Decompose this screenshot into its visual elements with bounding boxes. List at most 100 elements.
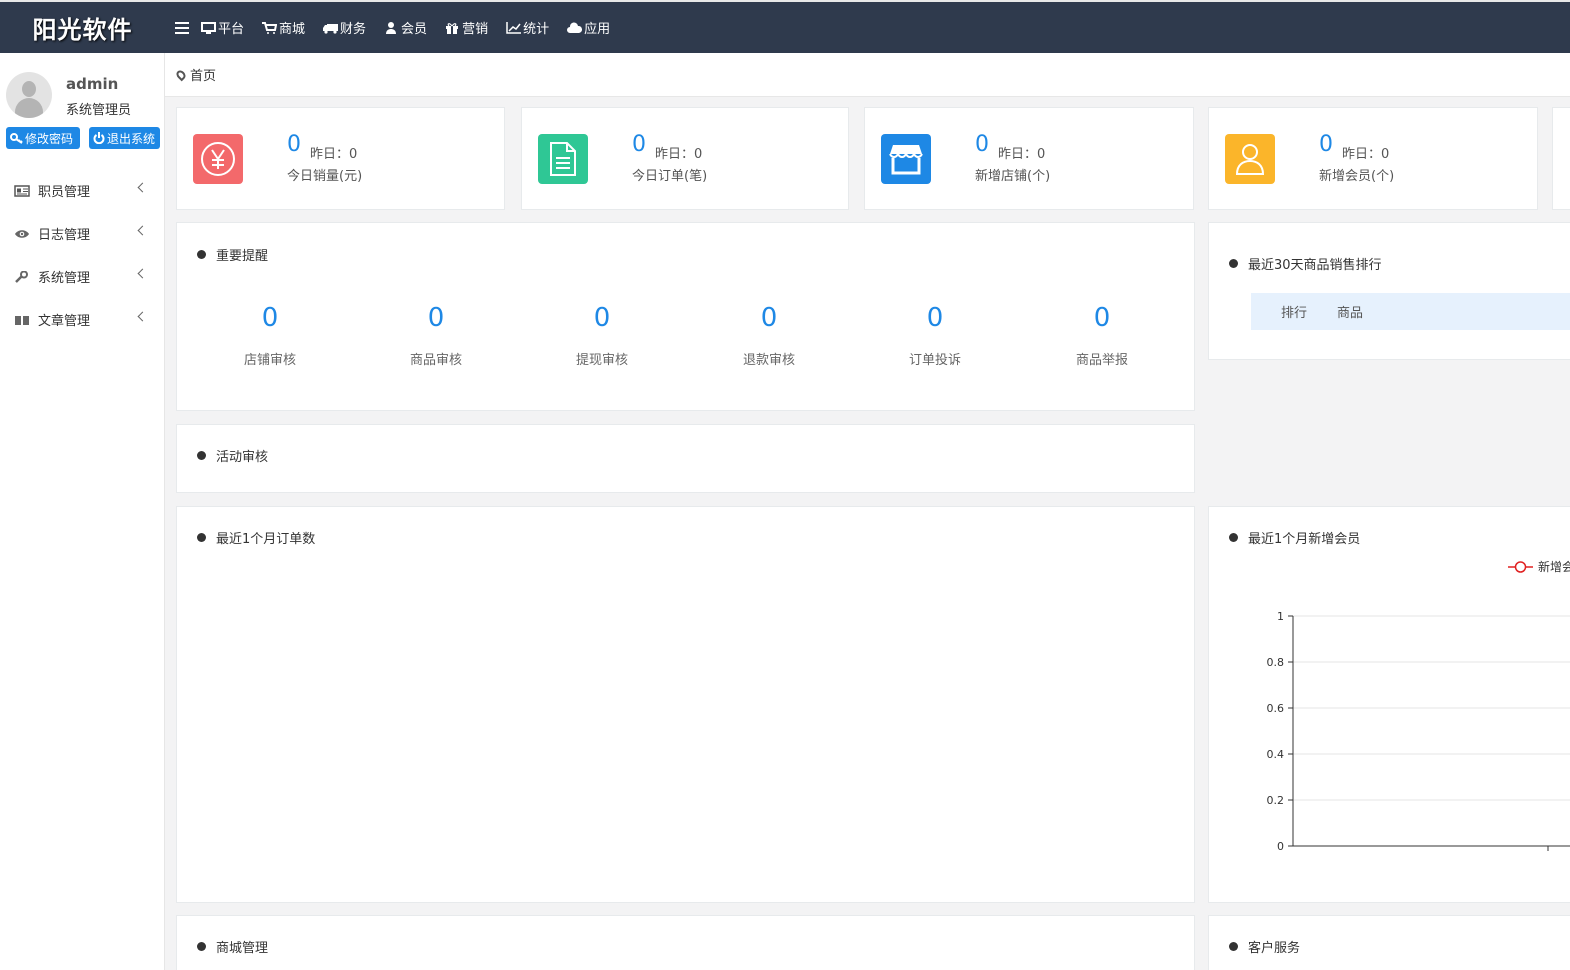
- reminder-shop-review[interactable]: 0 店铺审核: [187, 303, 353, 368]
- reminders-title: 重要提醒: [197, 245, 268, 264]
- stat-label: 新增店铺(个): [975, 169, 1051, 184]
- mall-title: 商城管理: [197, 937, 268, 956]
- nav-label: 会员: [401, 22, 428, 37]
- nav-label: 平台: [218, 22, 245, 37]
- reminder-goods-review[interactable]: 0 商品审核: [353, 303, 519, 368]
- service-panel: 客户服务: [1208, 915, 1570, 970]
- activity-panel: 活动审核: [176, 424, 1195, 493]
- eye-icon: [15, 229, 29, 238]
- reminder-order-complaint[interactable]: 0 订单投诉: [852, 303, 1018, 368]
- orders-chart-title: 最近1个月订单数: [197, 528, 315, 547]
- stat-value: 0: [975, 132, 989, 157]
- reminder-count: 0: [427, 303, 445, 333]
- store-icon: [881, 134, 931, 184]
- change-password-button[interactable]: 修改密码: [6, 127, 80, 149]
- sidebar-item-label: 系统管理: [38, 271, 91, 286]
- chevron-left-icon: [137, 182, 148, 193]
- reminder-label: 商品审核: [409, 353, 462, 368]
- nav-item-marketing[interactable]: 营销: [445, 18, 488, 37]
- stat-yesterday: 昨日：0: [310, 147, 358, 162]
- mall-panel: 商城管理: [176, 915, 1195, 970]
- monitor-icon: [201, 21, 216, 34]
- breadcrumb: 首页: [165, 53, 1570, 97]
- nav-item-mall[interactable]: 商城: [262, 18, 305, 37]
- stat-card-orders: 0 昨日：0 今日订单(笔): [521, 107, 849, 210]
- nav-label: 营销: [462, 22, 489, 37]
- members-chart-panel: 最近1个月新增会员 新增会 0 0.2 0.4 0.6 0.8 1: [1208, 506, 1570, 903]
- nav-label: 商城: [279, 22, 306, 37]
- members-line-chart: 新增会 0 0.2 0.4 0.6 0.8 1: [1267, 559, 1570, 853]
- brand-title: 阳光软件: [32, 16, 133, 44]
- stat-value: 0: [1319, 132, 1333, 157]
- top-navbar: 阳光软件 平台 商城 财务 会员 营销 统计 应用: [0, 0, 1570, 53]
- stat-yesterday: 昨日：0: [1342, 147, 1390, 162]
- chevron-left-icon: [137, 268, 148, 279]
- column-header-rank: 排行: [1281, 306, 1308, 321]
- yen-icon: [193, 134, 243, 184]
- user-icon: [386, 21, 397, 34]
- nav-item-member[interactable]: 会员: [384, 18, 427, 37]
- line-chart-icon: [506, 21, 522, 34]
- chevron-left-icon: [137, 311, 148, 322]
- stat-card-stores: 0 昨日：0 新增店铺(个): [864, 107, 1194, 210]
- reminder-count: 0: [593, 303, 611, 333]
- stat-label: 今日订单(笔): [632, 169, 708, 184]
- reminder-count: 0: [261, 303, 279, 333]
- change-password-label: 修改密码: [25, 131, 74, 146]
- y-tick-label: 0.4: [1267, 748, 1285, 761]
- chevron-left-icon: [137, 225, 148, 236]
- y-tick-label: 0.2: [1267, 794, 1285, 807]
- sidebar-item-staff[interactable]: 职员管理: [0, 169, 164, 212]
- reminder-withdraw-review[interactable]: 0 提现审核: [519, 303, 685, 368]
- nav-item-platform[interactable]: 平台: [201, 18, 244, 37]
- brand-logo[interactable]: 阳光软件: [0, 2, 165, 53]
- reminder-label: 订单投诉: [908, 353, 961, 368]
- avatar: [6, 72, 52, 118]
- sidebar-item-articles[interactable]: 文章管理: [0, 298, 164, 341]
- map-marker-icon: [174, 68, 188, 81]
- sidebar-item-label: 职员管理: [38, 185, 91, 200]
- breadcrumb-home[interactable]: 首页: [190, 65, 216, 84]
- top-nav: 平台 商城 财务 会员 营销 统计 应用: [175, 2, 628, 53]
- ranking-panel: 最近30天商品销售排行 排行 商品: [1208, 222, 1570, 360]
- logout-label: 退出系统: [107, 131, 156, 146]
- nav-item-finance[interactable]: 财务: [323, 18, 366, 37]
- reminder-refund-review[interactable]: 0 退款审核: [686, 303, 852, 368]
- y-tick-label: 0: [1277, 840, 1284, 853]
- member-icon: [1225, 134, 1275, 184]
- user-role: 系统管理员: [66, 103, 132, 118]
- cart-icon: [262, 21, 278, 34]
- sidebar-item-system[interactable]: 系统管理: [0, 255, 164, 298]
- wrench-icon: [15, 270, 28, 283]
- reminder-goods-report[interactable]: 0 商品举报: [1019, 303, 1185, 368]
- reminders-panel: 重要提醒 0 店铺审核 0 商品审核 0 提现审核 0 退款审核 0 订单投诉 …: [176, 222, 1195, 411]
- legend-marker: [1514, 561, 1527, 573]
- stat-value: 0: [287, 132, 301, 157]
- menu-toggle-icon[interactable]: [175, 21, 189, 34]
- sidebar-item-label: 日志管理: [38, 228, 91, 243]
- reminder-label: 店铺审核: [243, 353, 296, 368]
- orders-chart-panel: 最近1个月订单数: [176, 506, 1195, 903]
- reminder-label: 提现审核: [575, 353, 628, 368]
- y-tick-label: 0.8: [1267, 656, 1285, 669]
- cloud-icon: [567, 22, 583, 33]
- nav-label: 应用: [584, 22, 611, 37]
- sidebar-item-logs[interactable]: 日志管理: [0, 212, 164, 255]
- service-title: 客户服务: [1229, 937, 1300, 956]
- reminder-label: 退款审核: [742, 353, 795, 368]
- stat-label: 新增会员(个): [1319, 169, 1395, 184]
- reminder-count: 0: [1093, 303, 1111, 333]
- nav-item-apps[interactable]: 应用: [567, 18, 610, 37]
- ranking-table-header: 排行 商品: [1251, 293, 1570, 330]
- stat-card-partial: [1552, 107, 1570, 210]
- y-tick-label: 1: [1277, 610, 1284, 623]
- key-icon: [10, 132, 23, 144]
- nav-label: 财务: [340, 22, 367, 37]
- reminder-label: 商品举报: [1075, 353, 1128, 368]
- truck-icon: [323, 23, 339, 34]
- stat-yesterday: 昨日：0: [655, 147, 703, 162]
- y-tick-label: 0.6: [1267, 702, 1285, 715]
- book-icon: [15, 315, 29, 326]
- nav-item-stats[interactable]: 统计: [506, 18, 549, 37]
- logout-button[interactable]: 退出系统: [89, 127, 160, 149]
